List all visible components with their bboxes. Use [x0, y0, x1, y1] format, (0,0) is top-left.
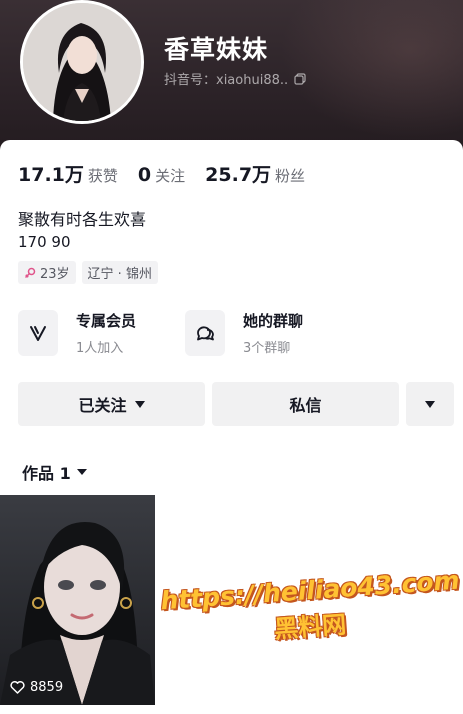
- stat-number: 25.7万: [205, 164, 272, 186]
- features-row: 专属会员 1人加入 她的群聊 3个群聊: [18, 310, 448, 362]
- header-background: [280, 0, 463, 140]
- stat-number: 0: [137, 164, 152, 186]
- group-chat-entry[interactable]: 她的群聊 3个群聊: [185, 310, 303, 356]
- avatar[interactable]: [20, 0, 144, 124]
- location-tag: 辽宁 · 锦州: [81, 261, 158, 284]
- membership-subtitle: 1人加入: [76, 341, 124, 356]
- message-label: 私信: [289, 396, 322, 415]
- works-tab[interactable]: 作品 1: [22, 460, 87, 484]
- membership-title: 专属会员: [76, 312, 137, 330]
- group-chat-title: 她的群聊: [243, 312, 304, 330]
- tags-row: 23岁 辽宁 · 锦州: [18, 261, 158, 284]
- group-chat-icon: [197, 326, 214, 341]
- douyin-id-row[interactable]: 抖音号：xiaohui88..: [164, 69, 306, 88]
- group-icon-box: [185, 310, 225, 356]
- stat-likes[interactable]: 17.1万 获赞: [18, 160, 118, 187]
- video-likes-count: 8859: [30, 680, 64, 695]
- nickname: 香草妹妹: [164, 35, 269, 64]
- stat-label: 获赞: [87, 167, 118, 185]
- douyin-id: 抖音号：xiaohui88..: [164, 73, 289, 88]
- copy-icon[interactable]: [294, 72, 306, 85]
- heart-icon: [10, 681, 25, 694]
- following-button[interactable]: 已关注: [18, 382, 205, 426]
- avatar-image: [23, 3, 141, 121]
- membership-entry[interactable]: 专属会员 1人加入: [18, 310, 136, 356]
- stat-number: 17.1万: [18, 164, 84, 186]
- female-icon: [24, 267, 36, 278]
- video-cover-image: [0, 495, 155, 705]
- stat-following[interactable]: 0 关注: [138, 164, 185, 186]
- age-tag: 23岁: [18, 261, 76, 284]
- caret-down-icon: [76, 469, 87, 475]
- bio-line-1: 聚散有时各生欢喜: [18, 210, 147, 229]
- stats-row: 17.1万 获赞 0 关注 25.7万 粉丝: [18, 160, 325, 187]
- location-text: 辽宁 · 锦州: [87, 267, 152, 282]
- membership-icon-box: [18, 310, 58, 356]
- video-likes: 8859: [10, 680, 63, 695]
- more-dropdown-button[interactable]: [406, 382, 454, 426]
- caret-down-icon: [134, 400, 145, 408]
- following-label: 已关注: [78, 396, 127, 415]
- stat-label: 粉丝: [275, 167, 306, 185]
- video-thumbnail[interactable]: 8859: [0, 495, 155, 705]
- bio-line-2: 170 90: [18, 233, 71, 251]
- vip-v-icon: [30, 326, 46, 341]
- message-button[interactable]: 私信: [212, 382, 399, 426]
- stat-followers[interactable]: 25.7万 粉丝: [205, 160, 305, 187]
- works-tab-label: 作品 1: [22, 464, 71, 483]
- age-text: 23岁: [40, 267, 70, 282]
- action-buttons: 已关注 私信: [18, 382, 454, 426]
- group-chat-subtitle: 3个群聊: [243, 341, 291, 356]
- caret-down-icon: [425, 400, 435, 408]
- stat-label: 关注: [155, 167, 186, 185]
- watermark: https://heiliao43.com 黑料网: [160, 566, 461, 666]
